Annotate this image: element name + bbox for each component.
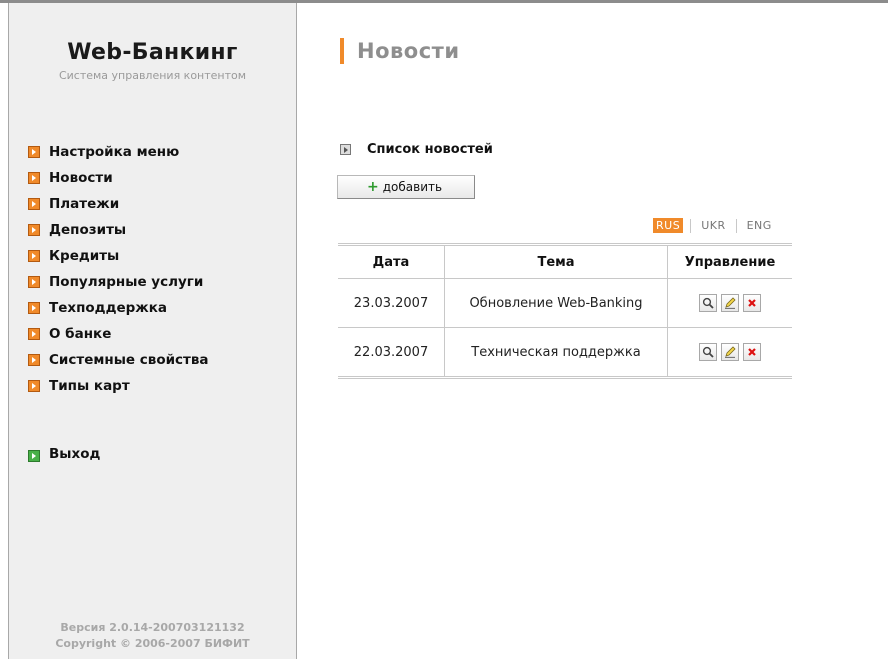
section-title: Список новостей [367,142,493,157]
lang-divider [735,218,737,233]
sidebar-item-label[interactable]: Типы карт [49,376,130,396]
sidebar-footer: Версия 2.0.14-200703121132 Copyright © 2… [9,620,296,652]
menu-bullet-icon [28,354,40,366]
sidebar-item-news[interactable]: Новости [28,168,209,194]
lang-eng[interactable]: ENG [744,218,775,233]
plus-icon: + [367,179,379,195]
sidebar-item-label[interactable]: Техподдержка [49,298,167,318]
table-header-row: Дата Тема Управление [338,244,792,279]
edit-icon[interactable] [721,294,739,312]
sidebar-item-logout[interactable]: Выход [28,446,100,462]
sidebar-menu: Настройка меню Новости Платежи Депозиты … [28,142,209,402]
add-news-button[interactable]: + добавить [337,175,475,199]
sidebar-item-system-properties[interactable]: Системные свойства [28,350,209,376]
menu-bullet-icon [28,172,40,184]
copyright-text: Copyright © 2006-2007 БИФИТ [55,637,250,650]
sidebar-item-label[interactable]: Депозиты [49,220,126,240]
version-text: Версия 2.0.14-200703121132 [60,621,245,634]
brand: Web-Банкинг Система управления контентом [9,3,296,83]
view-icon[interactable] [699,343,717,361]
edit-icon[interactable] [721,343,739,361]
menu-bullet-icon [28,276,40,288]
lang-ukr[interactable]: UKR [698,218,728,233]
sidebar-item-deposits[interactable]: Депозиты [28,220,209,246]
menu-bullet-icon [28,250,40,262]
delete-icon[interactable] [743,294,761,312]
sidebar-item-credits[interactable]: Кредиты [28,246,209,272]
page-title-text: Новости [357,39,460,63]
column-header-actions: Управление [667,244,792,279]
page-title: Новости [340,36,460,66]
lang-rus[interactable]: RUS [653,218,684,233]
sidebar: Web-Банкинг Система управления контентом… [8,3,297,659]
view-icon[interactable] [699,294,717,312]
sidebar-item-label[interactable]: Платежи [49,194,119,214]
sidebar-item-label[interactable]: О банке [49,324,111,344]
sidebar-item-about-bank[interactable]: О банке [28,324,209,350]
sidebar-item-label[interactable]: Кредиты [49,246,119,266]
cell-date: 23.03.2007 [338,278,445,328]
table-row: 22.03.2007 Техническая поддержка [338,327,793,378]
brand-subtitle: Система управления контентом [58,69,247,82]
logout-label[interactable]: Выход [49,446,100,462]
section-header: Список новостей [340,142,493,157]
sidebar-item-label[interactable]: Популярные услуги [49,272,203,292]
section-arrow-icon [340,144,351,155]
column-header-topic: Тема [444,244,668,279]
brand-title: Web-Банкинг [67,40,238,65]
menu-bullet-icon [28,198,40,210]
menu-bullet-icon [28,328,40,340]
menu-bullet-icon [28,380,40,392]
sidebar-item-support[interactable]: Техподдержка [28,298,209,324]
cell-topic: Техническая поддержка [444,327,668,378]
language-switcher: RUS UKR ENG [653,218,775,233]
table-row: 23.03.2007 Обновление Web-Banking [338,278,792,328]
news-table: Дата Тема Управление 23.03.2007 Обновлен… [338,243,792,379]
sidebar-item-label[interactable]: Системные свойства [49,350,209,370]
menu-bullet-icon [28,302,40,314]
logout-bullet-icon [28,450,40,462]
add-button-label: добавить [382,180,443,194]
title-accent-bar [340,38,344,64]
sidebar-item-label[interactable]: Новости [49,168,113,188]
cell-topic: Обновление Web-Banking [444,278,668,328]
cell-actions [667,278,792,328]
sidebar-item-label[interactable]: Настройка меню [49,142,179,162]
sidebar-item-card-types[interactable]: Типы карт [28,376,209,402]
lang-divider [690,218,692,233]
sidebar-item-payments[interactable]: Платежи [28,194,209,220]
cell-actions [668,328,793,378]
column-header-date: Дата [338,244,445,279]
menu-bullet-icon [28,146,40,158]
delete-icon[interactable] [743,343,761,361]
cell-date: 22.03.2007 [338,327,445,378]
sidebar-item-menu-settings[interactable]: Настройка меню [28,142,209,168]
sidebar-item-popular-services[interactable]: Популярные услуги [28,272,209,298]
menu-bullet-icon [28,224,40,236]
